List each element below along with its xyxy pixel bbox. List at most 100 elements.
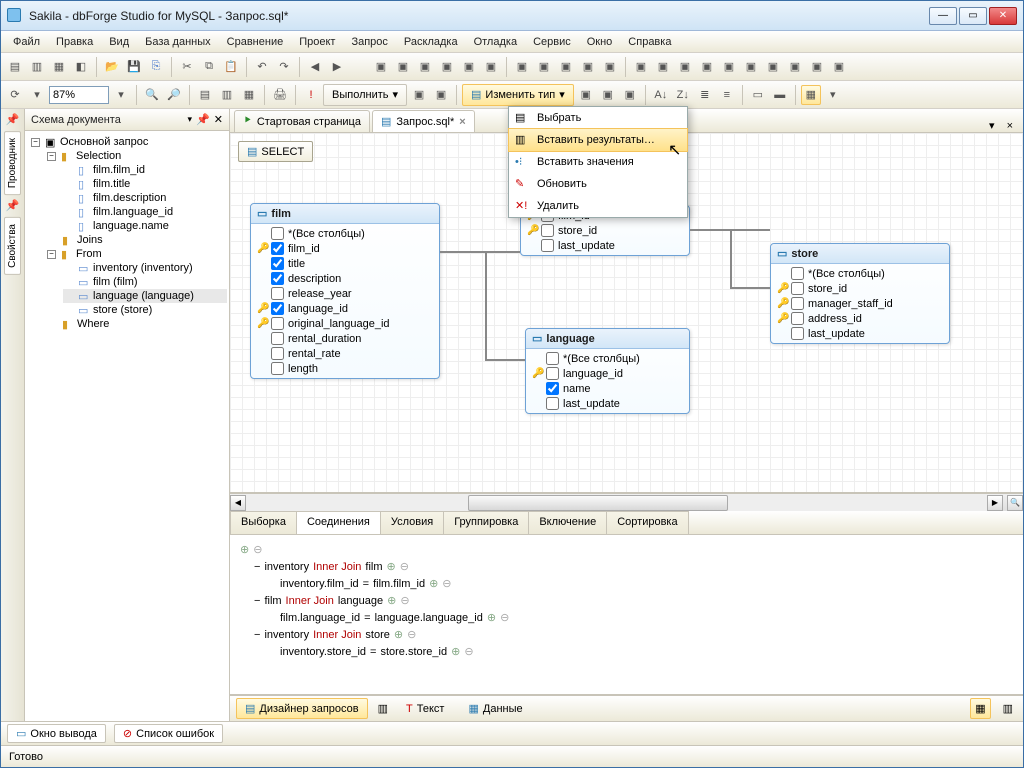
print-icon[interactable]: 🖨 [270,85,290,105]
tool-icon[interactable]: ≣ [695,85,715,105]
menu-file[interactable]: Файл [5,33,48,51]
join-row[interactable]: − film Inner Join language ⊕ ⊖ [240,592,1013,609]
column-row[interactable]: 🔑language_id [530,366,685,381]
cut-icon[interactable]: ✂ [177,57,197,77]
column-row[interactable]: release_year [255,286,435,301]
collapse-icon[interactable]: − [254,629,260,641]
collapse-icon[interactable]: − [254,595,260,607]
add-icon[interactable]: ⊕ [387,594,396,607]
add-icon[interactable]: ⊕ [487,611,496,624]
qtab-groupby[interactable]: Группировка [443,511,529,534]
collapse-icon[interactable]: − [47,250,56,259]
tab-error-list[interactable]: ⊘Список ошибок [114,724,223,743]
close-icon[interactable]: ✕ [214,113,223,126]
join-row[interactable]: − inventory Inner Join film ⊕ ⊖ [240,558,1013,575]
menu-view[interactable]: Вид [101,33,137,51]
tool-icon[interactable]: ▣ [556,57,576,77]
side-tab-explorer[interactable]: Проводник [4,131,21,195]
saveall-icon[interactable]: ⎘ [146,57,166,77]
column-row[interactable]: 🔑address_id [775,311,945,326]
column-row[interactable]: *(Все столбцы) [255,226,435,241]
tool-icon[interactable]: ▣ [598,85,618,105]
column-checkbox[interactable] [271,347,284,360]
layout-icon[interactable]: ▥ [999,699,1017,718]
collapse-icon[interactable]: − [254,561,260,573]
nav-back-icon[interactable]: ◀ [305,57,325,77]
remove-icon[interactable]: ⊖ [500,611,509,624]
tree-where[interactable]: Where [77,318,109,330]
menu-edit[interactable]: Правка [48,33,101,51]
collapse-icon[interactable]: − [31,138,40,147]
page-icon[interactable]: ▦ [239,85,259,105]
column-checkbox[interactable] [271,332,284,345]
join-row[interactable]: − inventory Inner Join store ⊕ ⊖ [240,626,1013,643]
remove-icon[interactable]: ⊖ [253,543,262,556]
tool-icon[interactable]: ▣ [807,57,827,77]
tree-joins[interactable]: Joins [77,234,103,246]
column-row[interactable]: last_update [530,396,685,411]
column-checkbox[interactable] [271,272,284,285]
column-row[interactable]: *(Все столбцы) [530,351,685,366]
new-sql-icon[interactable]: ▤ [5,57,25,77]
chevron-down-icon[interactable]: ▾ [188,114,193,125]
tool-icon[interactable]: ▣ [459,57,479,77]
join-condition[interactable]: film.language_id = language.language_id … [240,609,1013,626]
tree-root[interactable]: Основной запрос [60,136,148,148]
tool-icon[interactable]: ▣ [431,85,451,105]
tool-icon[interactable]: ▣ [719,57,739,77]
chevron-down-icon[interactable]: ▾ [983,119,1001,132]
column-checkbox[interactable] [546,397,559,410]
tab-output-window[interactable]: ▭Окно вывода [7,724,106,743]
tool-icon[interactable]: ▣ [620,85,640,105]
change-type-button[interactable]: ▤Изменить тип▾ [462,84,574,106]
tool-icon[interactable]: ▾ [823,85,843,105]
column-row[interactable]: rental_duration [255,331,435,346]
tree-item[interactable]: film.title [93,178,130,190]
tool-icon[interactable]: ▣ [481,57,501,77]
add-icon[interactable]: ⊕ [240,543,249,556]
join-condition[interactable]: inventory.film_id = film.film_id ⊕ ⊖ [240,575,1013,592]
menu-layout[interactable]: Раскладка [396,33,466,51]
save-icon[interactable]: 💾 [124,57,144,77]
undo-icon[interactable]: ↶ [252,57,272,77]
remove-icon[interactable]: ⊖ [464,645,473,658]
close-icon[interactable]: × [459,116,465,128]
redo-icon[interactable]: ↷ [274,57,294,77]
tree-item[interactable]: film.language_id [93,206,173,218]
column-checkbox[interactable] [271,227,284,240]
remove-icon[interactable]: ⊖ [400,560,409,573]
add-icon[interactable]: ⊕ [451,645,460,658]
column-checkbox[interactable] [271,302,284,315]
column-row[interactable]: 🔑store_id [525,223,685,238]
tool-icon[interactable]: ▣ [393,57,413,77]
add-icon[interactable]: ⊕ [394,628,403,641]
column-checkbox[interactable] [271,362,284,375]
tool-icon[interactable]: ▣ [576,85,596,105]
column-row[interactable]: rental_rate [255,346,435,361]
execute-button[interactable]: Выполнить▾ [323,84,407,106]
table-language[interactable]: ▭language *(Все столбцы)🔑language_idname… [525,328,690,414]
select-chip[interactable]: ▤SELECT [238,141,313,162]
close-button[interactable]: ✕ [989,7,1017,25]
tool-icon[interactable]: ▣ [409,85,429,105]
joins-panel[interactable]: ⊕ ⊖ − inventory Inner Join film ⊕ ⊖invent… [230,535,1023,695]
menu-query[interactable]: Запрос [343,33,395,51]
column-checkbox[interactable] [791,267,804,280]
qtab-select[interactable]: Выборка [230,511,297,534]
tool-icon[interactable]: ▣ [437,57,457,77]
open-icon[interactable]: 📂 [102,57,122,77]
tree-item[interactable]: store (store) [93,304,152,316]
qtab-joins[interactable]: Соединения [296,511,381,534]
tool-icon[interactable]: ▣ [829,57,849,77]
column-row[interactable]: name [530,381,685,396]
zoom-in-icon[interactable]: 🔍 [142,85,162,105]
tool-icon[interactable]: ≡ [717,85,737,105]
column-checkbox[interactable] [546,352,559,365]
column-checkbox[interactable] [271,257,284,270]
view-text-button[interactable]: TТекст [398,700,452,718]
column-row[interactable]: *(Все столбцы) [775,266,945,281]
paste-icon[interactable]: 📋 [221,57,241,77]
column-checkbox[interactable] [271,287,284,300]
pin-icon[interactable]: 📌 [6,113,20,127]
qtab-orderby[interactable]: Сортировка [606,511,688,534]
